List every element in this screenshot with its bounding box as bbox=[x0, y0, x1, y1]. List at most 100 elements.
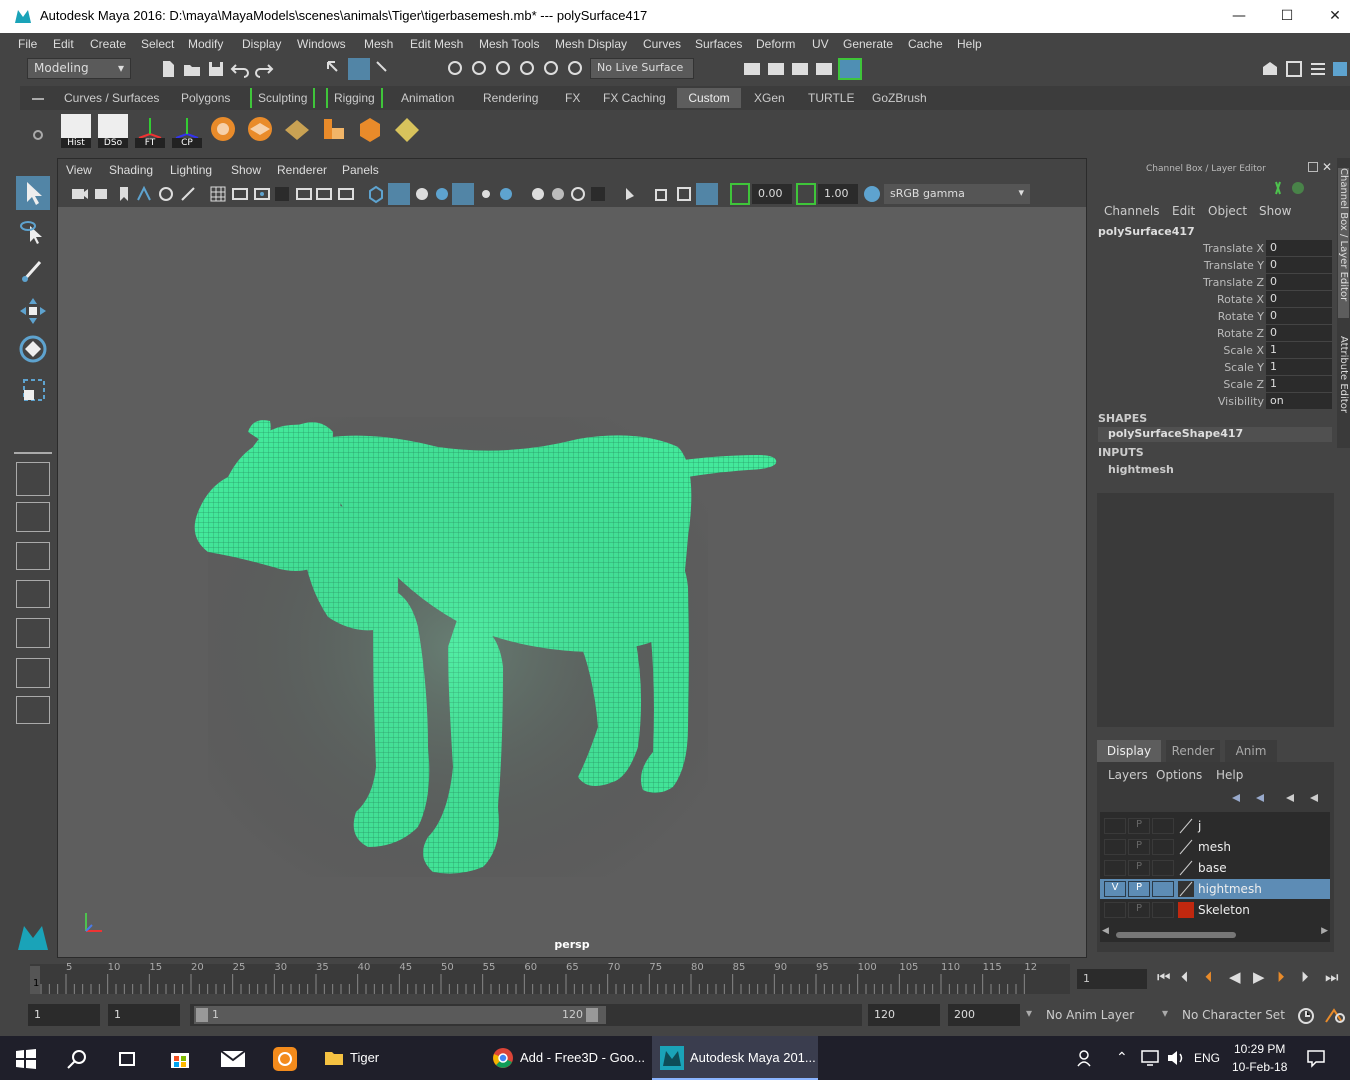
layer-visible-toggle[interactable] bbox=[1104, 860, 1126, 876]
vp-menu-panels[interactable]: Panels bbox=[342, 163, 379, 177]
search-icon[interactable] bbox=[66, 1048, 88, 1070]
character-set-dropdown[interactable]: No Character Set bbox=[1182, 1008, 1285, 1022]
smooth-shade-icon[interactable] bbox=[388, 183, 410, 205]
channel-value[interactable]: 0 bbox=[1266, 291, 1332, 307]
range-slider-handle[interactable] bbox=[194, 1006, 606, 1024]
bookmark-icon[interactable] bbox=[114, 184, 134, 204]
menu-display[interactable]: Display bbox=[242, 37, 281, 51]
layer-color-swatch[interactable] bbox=[1178, 902, 1194, 918]
tab-turtle[interactable]: TURTLE bbox=[802, 88, 860, 108]
layer-type-toggle[interactable] bbox=[1152, 902, 1174, 918]
cb-menu-edit[interactable]: Edit bbox=[1172, 204, 1195, 218]
channel-row[interactable]: Translate X0 bbox=[1090, 240, 1336, 257]
gamma-field[interactable]: 1.00 bbox=[818, 184, 858, 204]
layer-row[interactable]: P mesh bbox=[1100, 837, 1330, 857]
vp-menu-renderer[interactable]: Renderer bbox=[277, 163, 327, 177]
windows-start-icon[interactable] bbox=[16, 1049, 36, 1069]
layer-playback-toggle[interactable]: P bbox=[1128, 881, 1150, 897]
channel-row[interactable]: Visibility on bbox=[1090, 393, 1336, 410]
tool-settings-icon[interactable] bbox=[1308, 59, 1328, 79]
snap-grid-icon[interactable] bbox=[446, 59, 466, 79]
layer-tab-render[interactable]: Render bbox=[1166, 740, 1220, 762]
task-view-icon[interactable] bbox=[116, 1048, 138, 1070]
clock-time[interactable]: 10:29 PM bbox=[1234, 1042, 1285, 1056]
xray-joints-icon[interactable] bbox=[568, 184, 588, 204]
render-settings-icon[interactable] bbox=[814, 59, 834, 79]
exposure-icon[interactable] bbox=[730, 183, 750, 205]
menu-deform[interactable]: Deform bbox=[756, 37, 795, 51]
channel-box-options-icon[interactable] bbox=[1272, 180, 1308, 196]
select-object-icon[interactable] bbox=[348, 58, 370, 80]
attribute-editor-icon[interactable] bbox=[1284, 59, 1304, 79]
xray-components-icon[interactable] bbox=[588, 184, 608, 204]
menu-cache[interactable]: Cache bbox=[908, 37, 943, 51]
cb-menu-channels[interactable]: Channels bbox=[1104, 204, 1160, 218]
grease-pencil-icon[interactable] bbox=[178, 184, 198, 204]
layer-row[interactable]: P base bbox=[1100, 858, 1330, 878]
animation-preferences-icon[interactable] bbox=[1324, 1006, 1346, 1026]
go-to-end-icon[interactable]: ⏭ bbox=[1325, 968, 1339, 986]
channel-row[interactable]: Rotate Z0 bbox=[1090, 325, 1336, 342]
mail-icon[interactable] bbox=[220, 1048, 246, 1070]
layer-type-toggle[interactable] bbox=[1152, 818, 1174, 834]
taskbar-chrome[interactable]: Add - Free3D - Goo... bbox=[484, 1036, 646, 1080]
side-tab-attribute-editor[interactable]: Attribute Editor bbox=[1338, 336, 1349, 436]
new-scene-icon[interactable] bbox=[158, 59, 178, 79]
graph-layout-icon[interactable] bbox=[16, 580, 50, 608]
hypershade-layout-icon[interactable] bbox=[16, 618, 50, 648]
play-forwards-icon[interactable]: ▶ bbox=[1253, 968, 1265, 986]
tab-polygons[interactable]: Polygons bbox=[175, 88, 236, 108]
move-layer-down-icon[interactable] bbox=[1256, 794, 1264, 802]
network-icon[interactable] bbox=[1140, 1049, 1160, 1067]
layer-row[interactable]: P j bbox=[1100, 816, 1330, 836]
field-chart-icon[interactable] bbox=[294, 184, 314, 204]
playback-end-field[interactable]: 120 bbox=[868, 1004, 940, 1026]
menu-select[interactable]: Select bbox=[141, 37, 174, 51]
browser-app-icon[interactable] bbox=[272, 1046, 298, 1072]
xray-icon[interactable] bbox=[548, 184, 568, 204]
step-back-icon[interactable]: ⏴ bbox=[1181, 968, 1189, 986]
undo-icon[interactable] bbox=[230, 59, 250, 79]
playback-start-field[interactable]: 1 bbox=[108, 1004, 180, 1026]
render-region-icon[interactable] bbox=[766, 59, 786, 79]
snap-projected-icon[interactable] bbox=[518, 59, 538, 79]
step-forward-icon[interactable]: ⏵ bbox=[1301, 968, 1309, 986]
motion-blur-icon[interactable] bbox=[652, 184, 672, 204]
layer-type-toggle[interactable] bbox=[1152, 839, 1174, 855]
channel-value[interactable]: on bbox=[1266, 393, 1332, 409]
channel-row[interactable]: Translate Y0 bbox=[1090, 257, 1336, 274]
camera-attr-icon[interactable] bbox=[92, 184, 112, 204]
gate-mask-icon[interactable] bbox=[272, 184, 292, 204]
shelf-ft-button[interactable]: FT bbox=[135, 114, 165, 148]
color-management-icon[interactable] bbox=[862, 184, 882, 204]
layer-menu-layers[interactable]: Layers bbox=[1108, 768, 1148, 782]
mode-dropdown[interactable]: Modeling ▾ bbox=[27, 58, 131, 79]
channel-value[interactable]: 0 bbox=[1266, 257, 1332, 273]
scroll-left-icon[interactable]: ◀ bbox=[1102, 926, 1109, 936]
animation-start-field[interactable]: 1 bbox=[28, 1004, 100, 1026]
store-icon[interactable] bbox=[168, 1046, 192, 1070]
menu-file[interactable]: File bbox=[18, 37, 37, 51]
menu-windows[interactable]: Windows bbox=[297, 37, 346, 51]
menu-edit-mesh[interactable]: Edit Mesh bbox=[410, 37, 463, 51]
channel-value[interactable]: 0 bbox=[1266, 274, 1332, 290]
single-pane-layout-icon[interactable] bbox=[16, 462, 50, 496]
ipr-render-icon[interactable] bbox=[790, 59, 810, 79]
menu-uv[interactable]: UV bbox=[812, 37, 829, 51]
channel-value[interactable]: 1 bbox=[1266, 359, 1332, 375]
vp-menu-show[interactable]: Show bbox=[231, 163, 261, 177]
move-layer-up-icon[interactable] bbox=[1232, 794, 1240, 802]
multisample-icon[interactable] bbox=[674, 184, 694, 204]
layer-color-swatch-icon[interactable] bbox=[1178, 881, 1194, 897]
new-layer-selected-icon[interactable] bbox=[1310, 794, 1318, 802]
anim-layer-dropdown[interactable]: No Anim Layer bbox=[1046, 1008, 1134, 1022]
redo-icon[interactable] bbox=[254, 59, 274, 79]
menu-mesh-tools[interactable]: Mesh Tools bbox=[479, 37, 539, 51]
select-tool-icon[interactable] bbox=[16, 176, 50, 210]
play-backwards-icon[interactable]: ◀ bbox=[1229, 968, 1241, 986]
channel-row[interactable]: Translate Z0 bbox=[1090, 274, 1336, 291]
channel-row[interactable]: Scale Y1 bbox=[1090, 359, 1336, 376]
menu-help[interactable]: Help bbox=[957, 37, 982, 51]
snap-view-icon[interactable] bbox=[542, 59, 562, 79]
lasso-tool-icon[interactable] bbox=[16, 216, 50, 250]
